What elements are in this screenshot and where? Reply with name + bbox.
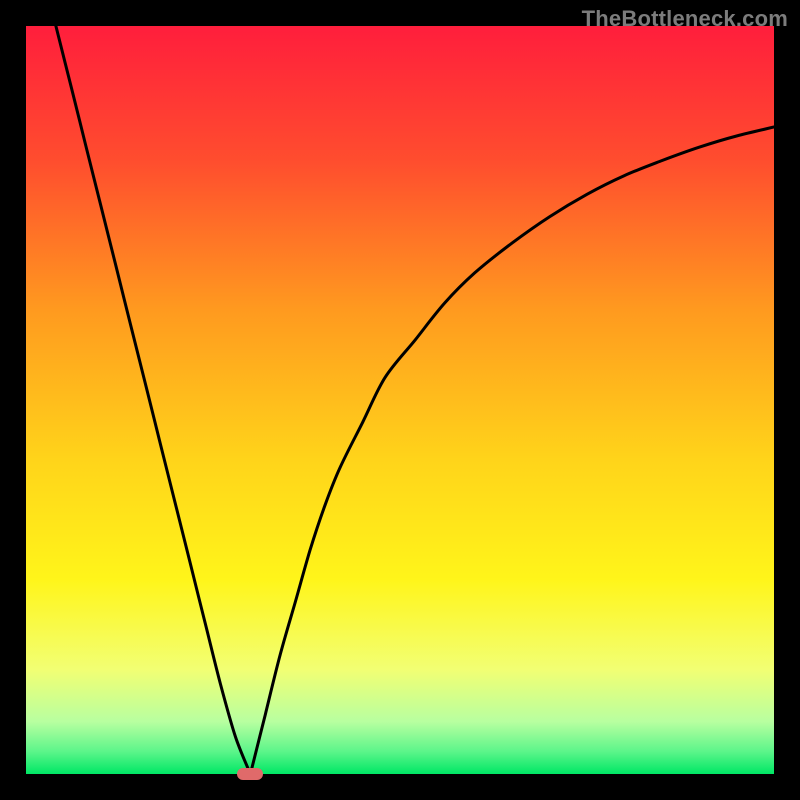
watermark-text: TheBottleneck.com: [582, 6, 788, 32]
chart-svg: [26, 26, 774, 774]
gradient-bg: [26, 26, 774, 774]
plot-area: [26, 26, 774, 774]
chart-stage: TheBottleneck.com: [0, 0, 800, 800]
minimum-marker: [237, 768, 263, 780]
